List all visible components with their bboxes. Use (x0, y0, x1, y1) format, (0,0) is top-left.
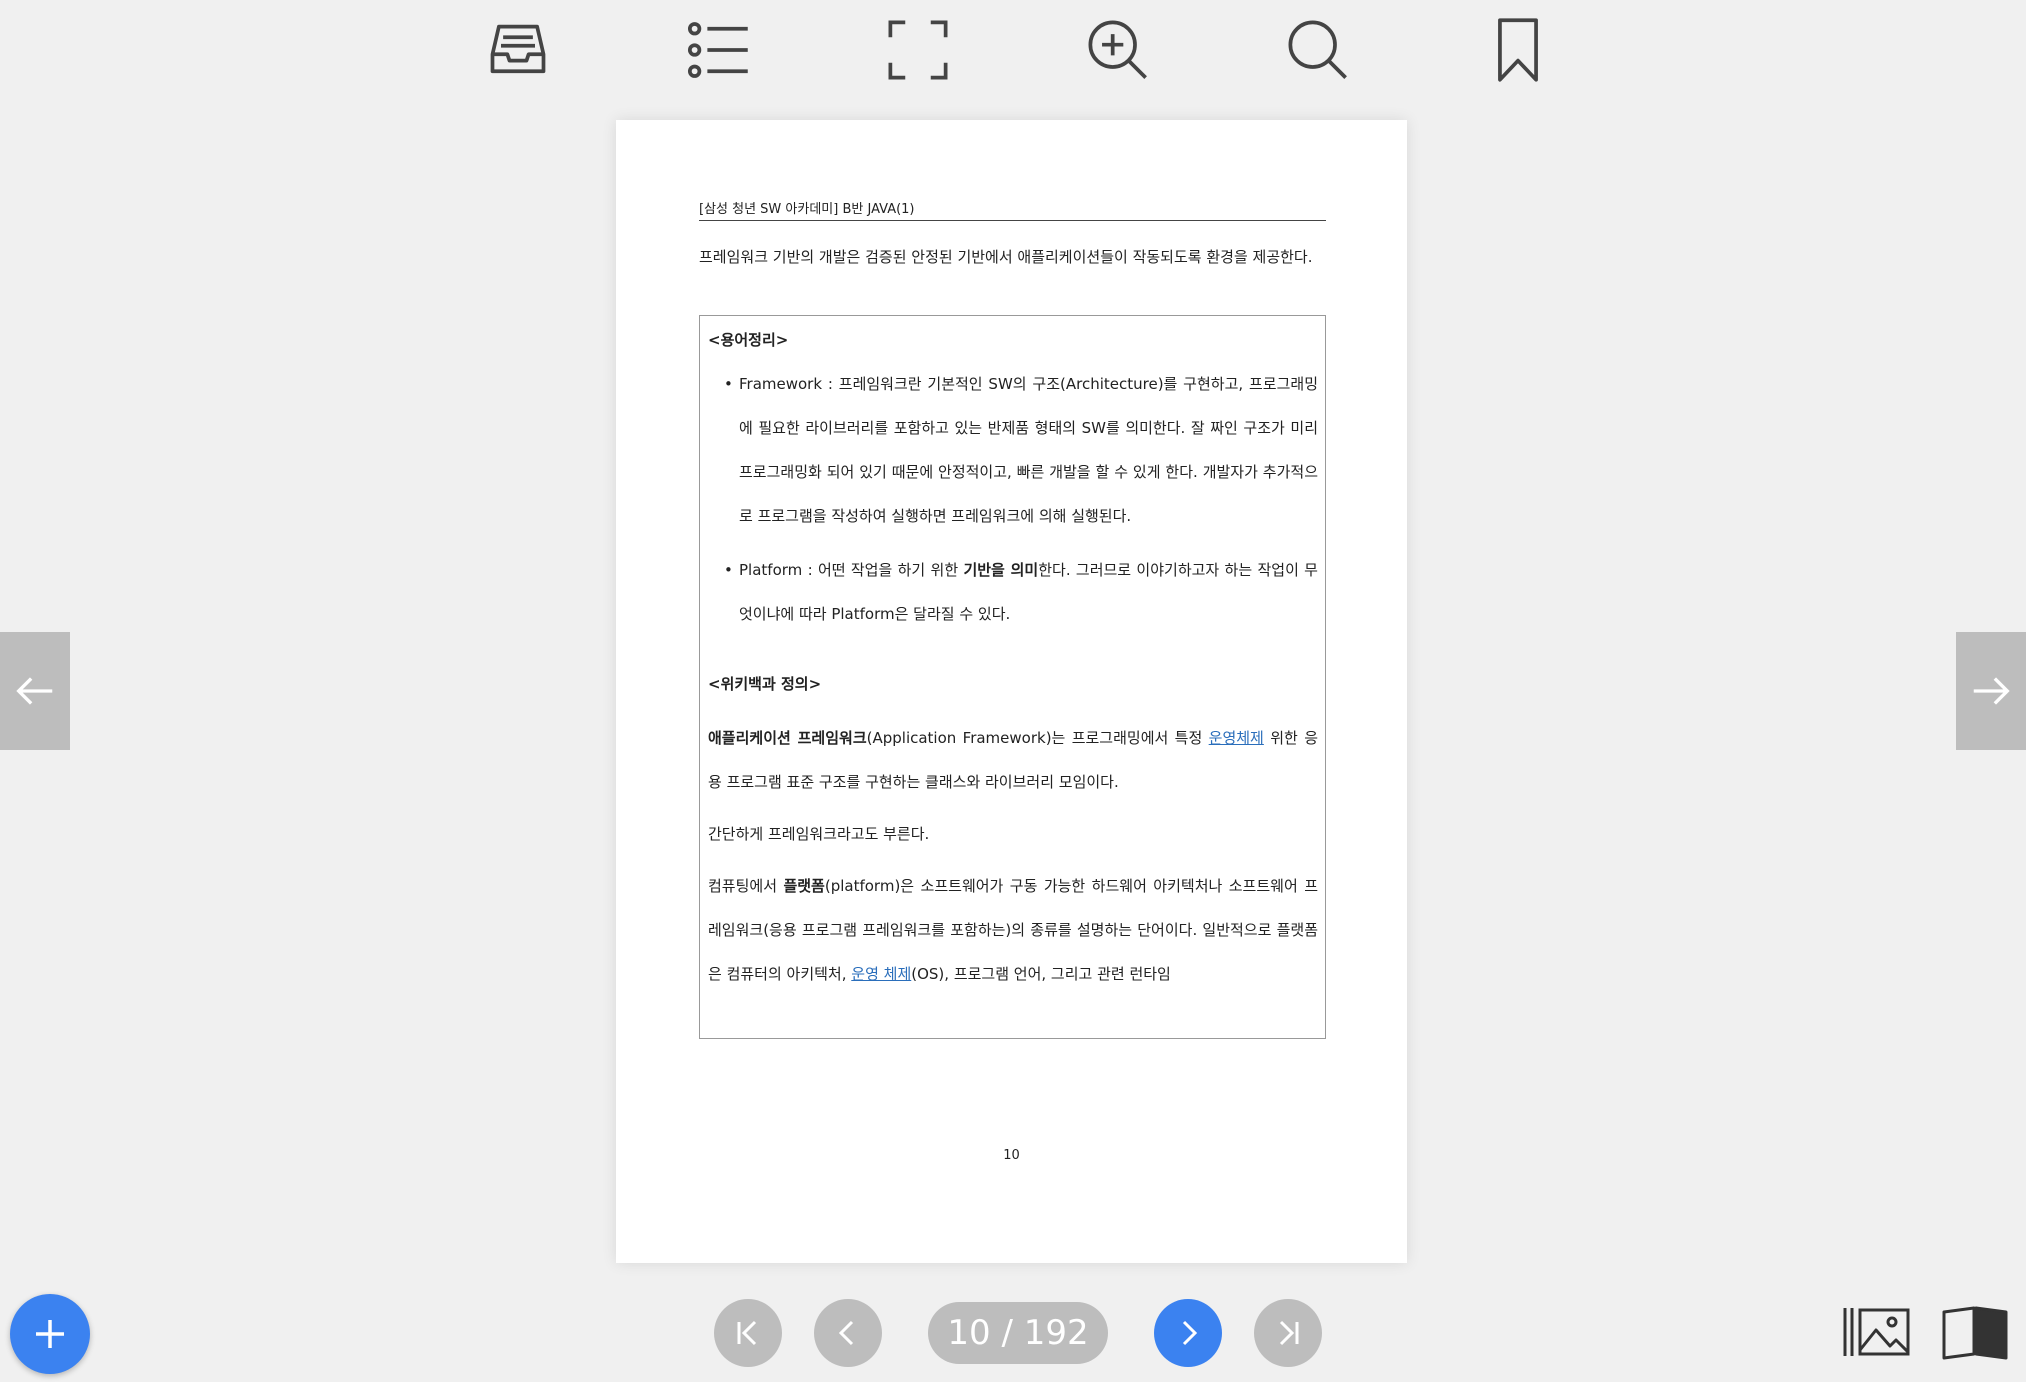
paragraph-text: 컴퓨팅에서 (708, 877, 784, 895)
term-platform: Platform (739, 561, 803, 579)
book-view-icon[interactable] (1940, 1304, 2010, 1360)
previous-page-side-button[interactable] (0, 632, 70, 750)
paragraph-text: (Application Framework)는 프로그래밍에서 특정 (866, 729, 1209, 747)
first-page-icon (737, 1320, 757, 1346)
previous-page-button[interactable] (814, 1299, 882, 1367)
emphasis-text: 기반을 의미 (963, 561, 1039, 579)
wiki-paragraph-3: 컴퓨팅에서 플랫폼(platform)은 소프트웨어가 구동 가능한 하드웨어 … (708, 864, 1318, 996)
wiki-title: <위키백과 정의> (708, 675, 822, 693)
wiki-paragraph-1: 애플리케이션 프레임워크(Application Framework)는 프로그… (708, 716, 1318, 804)
fullscreen-icon[interactable] (882, 14, 954, 86)
arrow-right-icon (1973, 677, 2010, 705)
add-button[interactable] (10, 1294, 90, 1374)
glossary-title: <용어정리> (708, 331, 789, 349)
term-list: Framework : 프레임워크란 기본적인 SW의 구조(Architect… (708, 362, 1318, 636)
top-toolbar (0, 0, 2026, 105)
bookmark-icon[interactable] (1482, 14, 1554, 86)
search-icon[interactable] (1282, 14, 1354, 86)
list-icon[interactable] (682, 14, 754, 86)
first-page-button[interactable] (714, 1299, 782, 1367)
inbox-icon[interactable] (482, 14, 554, 86)
next-page-button[interactable] (1154, 1299, 1222, 1367)
list-item: Framework : 프레임워크란 기본적인 SW의 구조(Architect… (708, 362, 1318, 538)
term-framework: Framework (739, 375, 823, 393)
arrow-left-icon (16, 677, 53, 705)
next-page-side-button[interactable] (1956, 632, 2026, 750)
glossary-box: <용어정리> Framework : 프레임워크란 기본적인 SW의 구조(Ar… (699, 315, 1326, 1039)
chevron-left-icon (838, 1320, 854, 1346)
emphasis-text: 애플리케이션 프레임워크 (708, 729, 867, 747)
list-item: Platform : 어떤 작업을 하기 위한 기반을 의미한다. 그러므로 이… (708, 548, 1318, 636)
gallery-view-icon[interactable] (1842, 1304, 1912, 1360)
plus-icon (36, 1320, 64, 1348)
emphasis-text: 플랫폼 (783, 877, 825, 895)
chevron-right-icon (1182, 1320, 1198, 1346)
running-header: [삼성 청년 SW 아카데미] B반 JAVA(1) (699, 198, 1326, 221)
document-content: [삼성 청년 SW 아카데미] B반 JAVA(1) 프레임워크 기반의 개발은… (699, 198, 1326, 1039)
paragraph-text: (OS), 프로그램 언어, 그리고 관련 런타임 (911, 965, 1171, 983)
page-indicator: 10 / 192 (928, 1302, 1108, 1364)
intro-paragraph: 프레임워크 기반의 개발은 검증된 안정된 기반에서 애플리케이션들이 작동되도… (699, 248, 1313, 266)
os-link[interactable]: 운영체제 (1209, 729, 1264, 747)
last-page-button[interactable] (1254, 1299, 1322, 1367)
term-platform-definition: : 어떤 작업을 하기 위한 (802, 561, 964, 579)
page-number: 10 (1003, 1148, 1020, 1163)
term-framework-definition: : 프레임워크란 기본적인 SW의 구조(Architecture)를 구현하고… (739, 375, 1318, 525)
zoom-in-icon[interactable] (1082, 14, 1154, 86)
document-page: [삼성 청년 SW 아카데미] B반 JAVA(1) 프레임워크 기반의 개발은… (616, 120, 1407, 1263)
operating-system-link[interactable]: 운영 체제 (851, 965, 911, 983)
last-page-icon (1279, 1320, 1299, 1346)
wiki-paragraph-2: 간단하게 프레임워크라고도 부른다. (708, 825, 930, 843)
